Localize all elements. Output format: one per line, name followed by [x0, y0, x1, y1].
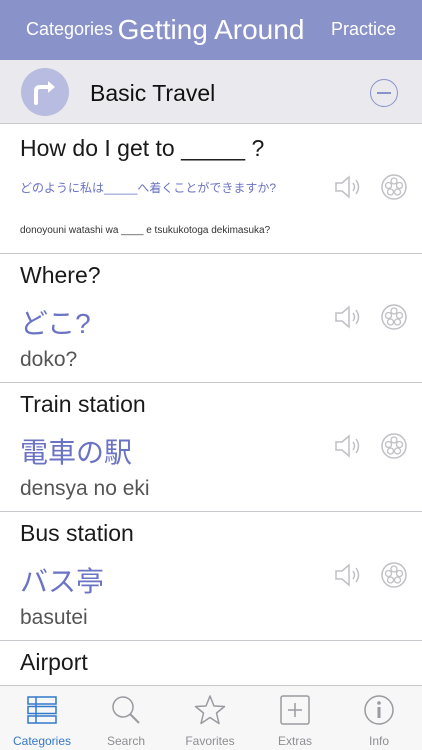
phrase-english: Bus station	[20, 520, 134, 546]
tab-label: Favorites	[185, 734, 235, 748]
info-icon	[364, 695, 394, 725]
film-reel-icon[interactable]	[380, 303, 408, 331]
navigation-bar: Categories Getting Around Practice	[0, 0, 422, 60]
practice-button[interactable]: Practice	[331, 19, 396, 40]
phrase-row[interactable]: Train station 電車の駅 densya no eki	[0, 383, 422, 512]
tab-extras[interactable]: Extras	[253, 686, 337, 750]
phrase-row[interactable]: How do I get to _____ ? どのように私は_____へ着くこ…	[0, 125, 422, 254]
tab-favorites[interactable]: Favorites	[168, 686, 252, 750]
phrase-row[interactable]: Where? どこ? doko?	[0, 254, 422, 383]
search-icon	[112, 696, 140, 724]
star-icon	[194, 695, 226, 725]
tab-label: Info	[368, 734, 389, 748]
phrase-japanese: バス亭	[20, 566, 105, 597]
phrase-japanese: どこ?	[20, 308, 91, 339]
phrase-romaji: donoyouni watashi wa ____ e tsukukotoga …	[20, 225, 271, 236]
turn-right-arrow-icon	[21, 68, 69, 116]
speaker-icon[interactable]	[333, 433, 363, 459]
tab-label: Extras	[277, 734, 312, 748]
section-header[interactable]: Basic Travel	[0, 60, 422, 124]
plus-square-icon	[280, 695, 310, 725]
speaker-icon[interactable]	[333, 174, 363, 200]
tab-label: Categories	[12, 734, 72, 748]
phrase-romaji: basutei	[20, 606, 88, 629]
phrase-english: Train station	[20, 391, 146, 417]
film-reel-icon[interactable]	[380, 432, 408, 460]
tab-info[interactable]: Info	[337, 686, 421, 750]
phrase-romaji: densya no eki	[20, 477, 150, 500]
phrase-english: Airport	[20, 649, 88, 675]
tab-label: Search	[106, 734, 146, 748]
phrase-japanese: どのように私は_____へ着くことができますか?	[20, 181, 277, 195]
phrase-english: Where?	[20, 262, 101, 288]
phrase-row[interactable]: Airport	[0, 641, 422, 685]
tab-bar: Categories Search Favorites Extras Info	[0, 685, 422, 750]
speaker-icon[interactable]	[333, 562, 363, 588]
speaker-icon[interactable]	[333, 304, 363, 330]
list-icon	[27, 696, 57, 724]
phrase-romaji: doko?	[20, 348, 78, 371]
tab-categories[interactable]: Categories	[0, 686, 84, 750]
section-title: Basic Travel	[90, 80, 216, 106]
film-reel-icon[interactable]	[380, 561, 408, 589]
film-reel-icon[interactable]	[380, 173, 408, 201]
phrase-english: How do I get to _____ ?	[20, 135, 265, 161]
tab-search[interactable]: Search	[84, 686, 168, 750]
phrase-japanese: 電車の駅	[20, 437, 133, 468]
collapse-section-button[interactable]	[370, 79, 398, 107]
phrase-row[interactable]: Bus station バス亭 basutei	[0, 512, 422, 641]
